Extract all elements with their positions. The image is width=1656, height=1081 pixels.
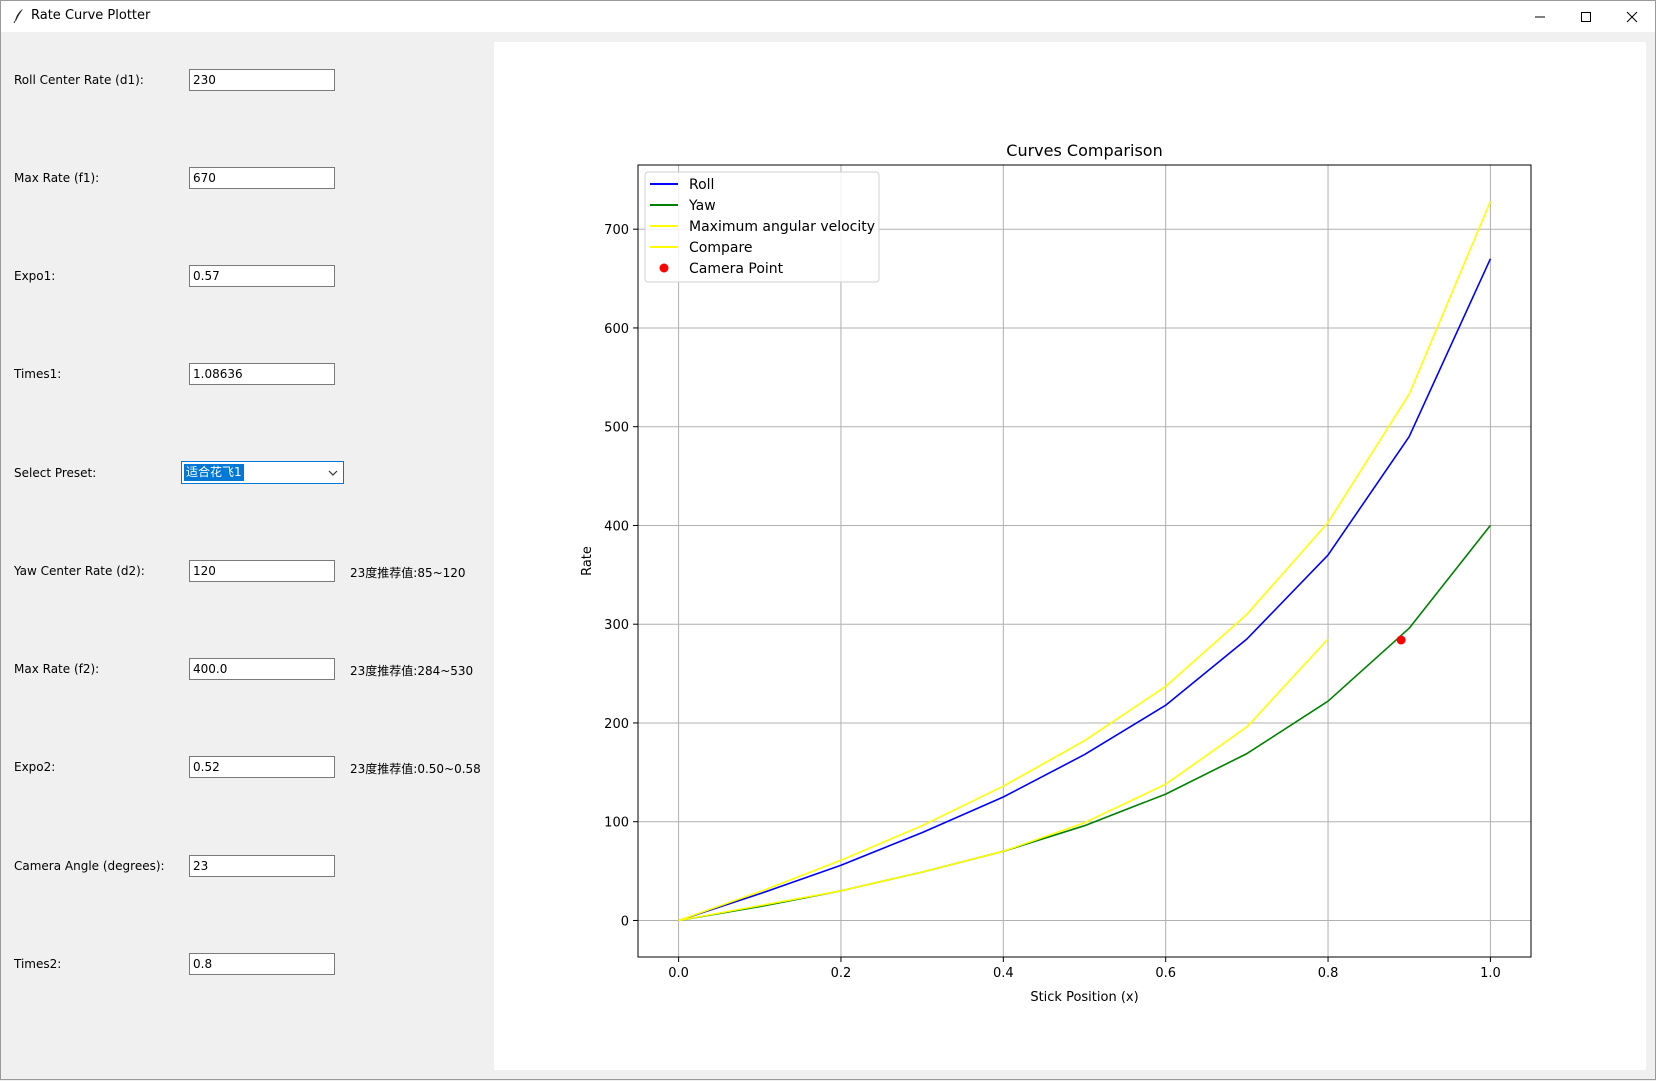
- times1-input[interactable]: [189, 363, 335, 385]
- x-tick-label: 0.8: [1318, 966, 1339, 981]
- y-tick-label: 600: [604, 322, 629, 337]
- y-tick-label: 700: [604, 223, 629, 238]
- x-tick-label: 0.4: [993, 966, 1014, 981]
- feather-icon: [13, 9, 23, 24]
- maximize-button[interactable]: [1563, 1, 1609, 32]
- legend-label: Roll: [689, 177, 714, 193]
- close-button[interactable]: [1609, 1, 1655, 32]
- plot-frame: [637, 164, 1532, 958]
- chart-legend: Roll Yaw Maximum angular velocity Compare Ca…: [644, 171, 880, 283]
- y-tick-label: 500: [604, 421, 629, 436]
- legend-label: Yaw: [688, 198, 716, 214]
- expo1-input[interactable]: [189, 265, 335, 287]
- roll-center-rate-input[interactable]: [189, 69, 335, 91]
- chart-svg: 0.0 0.2 0.4 0.6 0.8 1.0 0 100 200 300 400 500 600 700…: [580, 141, 1532, 1005]
- maximize-icon: [1581, 11, 1591, 22]
- times2-label: Times2:: [14, 957, 62, 971]
- chart-canvas[interactable]: 0.0 0.2 0.4 0.6 0.8 1.0 0 100 200 300 400 500 600 700…: [494, 42, 1646, 1070]
- yaw-center-rate-input[interactable]: [189, 560, 335, 582]
- preset-dropdown[interactable]: 适合花飞1: [181, 461, 344, 484]
- legend-marker: [659, 263, 669, 273]
- preset-selected-value: 适合花飞1: [184, 464, 244, 481]
- close-icon: [1626, 11, 1638, 22]
- x-tick-label: 0.2: [831, 966, 852, 981]
- expo2-hint: 23度推荐值:0.50~0.58: [350, 762, 481, 776]
- x-tick-label: 0.6: [1155, 966, 1176, 981]
- y-tick-label: 0: [621, 914, 629, 929]
- select-preset-label: Select Preset:: [14, 466, 97, 480]
- max-rate-f1-input[interactable]: [189, 167, 335, 189]
- roll-center-rate-label: Roll Center Rate (d1):: [14, 73, 144, 87]
- max-rate-f2-input[interactable]: [189, 658, 335, 680]
- chart-title: Curves Comparison: [1006, 141, 1162, 160]
- times2-input[interactable]: [189, 953, 335, 975]
- expo2-input[interactable]: [189, 756, 335, 778]
- y-tick-label: 400: [604, 519, 629, 534]
- expo2-label: Expo2:: [14, 760, 56, 774]
- times1-label: Times1:: [14, 367, 62, 381]
- legend-label: Camera Point: [689, 261, 784, 277]
- legend-label: Maximum angular velocity: [689, 219, 875, 235]
- parameter-form: Roll Center Rate (d1): Max Rate (f1): Ex…: [1, 32, 493, 1081]
- max-rate-f1-label: Max Rate (f1):: [14, 171, 100, 185]
- x-tick-label: 1.0: [1480, 966, 1501, 981]
- max-rate-f2-label: Max Rate (f2):: [14, 662, 100, 676]
- legend-label: Compare: [689, 240, 753, 256]
- x-tick-label: 0.0: [668, 966, 689, 981]
- title-bar: Rate Curve Plotter: [1, 1, 1655, 32]
- data-point-camera-point: [1396, 635, 1406, 645]
- series-line-maximum-angular-velocity: [678, 201, 1492, 922]
- y-tick-label: 200: [604, 717, 629, 732]
- yaw-center-rate-hint: 23度推荐值:85~120: [350, 566, 466, 580]
- y-tick-label: 100: [604, 816, 629, 831]
- yaw-center-rate-label: Yaw Center Rate (d2):: [14, 564, 145, 578]
- chevron-down-icon[interactable]: [327, 467, 339, 479]
- y-axis-label: Rate: [580, 546, 595, 576]
- minimize-button[interactable]: [1517, 1, 1563, 32]
- app-window: Rate Curve Plotter Roll Center Rate (d1)…: [0, 0, 1656, 1080]
- camera-angle-input[interactable]: [189, 855, 335, 877]
- x-axis-label: Stick Position (x): [1030, 990, 1138, 1005]
- expo1-label: Expo1:: [14, 269, 56, 283]
- camera-angle-label: Camera Angle (degrees):: [14, 859, 165, 873]
- y-tick-label: 300: [604, 618, 629, 633]
- window-title: Rate Curve Plotter: [31, 8, 151, 23]
- minimize-icon: [1535, 16, 1545, 17]
- max-rate-f2-hint: 23度推荐值:284~530: [350, 664, 474, 678]
